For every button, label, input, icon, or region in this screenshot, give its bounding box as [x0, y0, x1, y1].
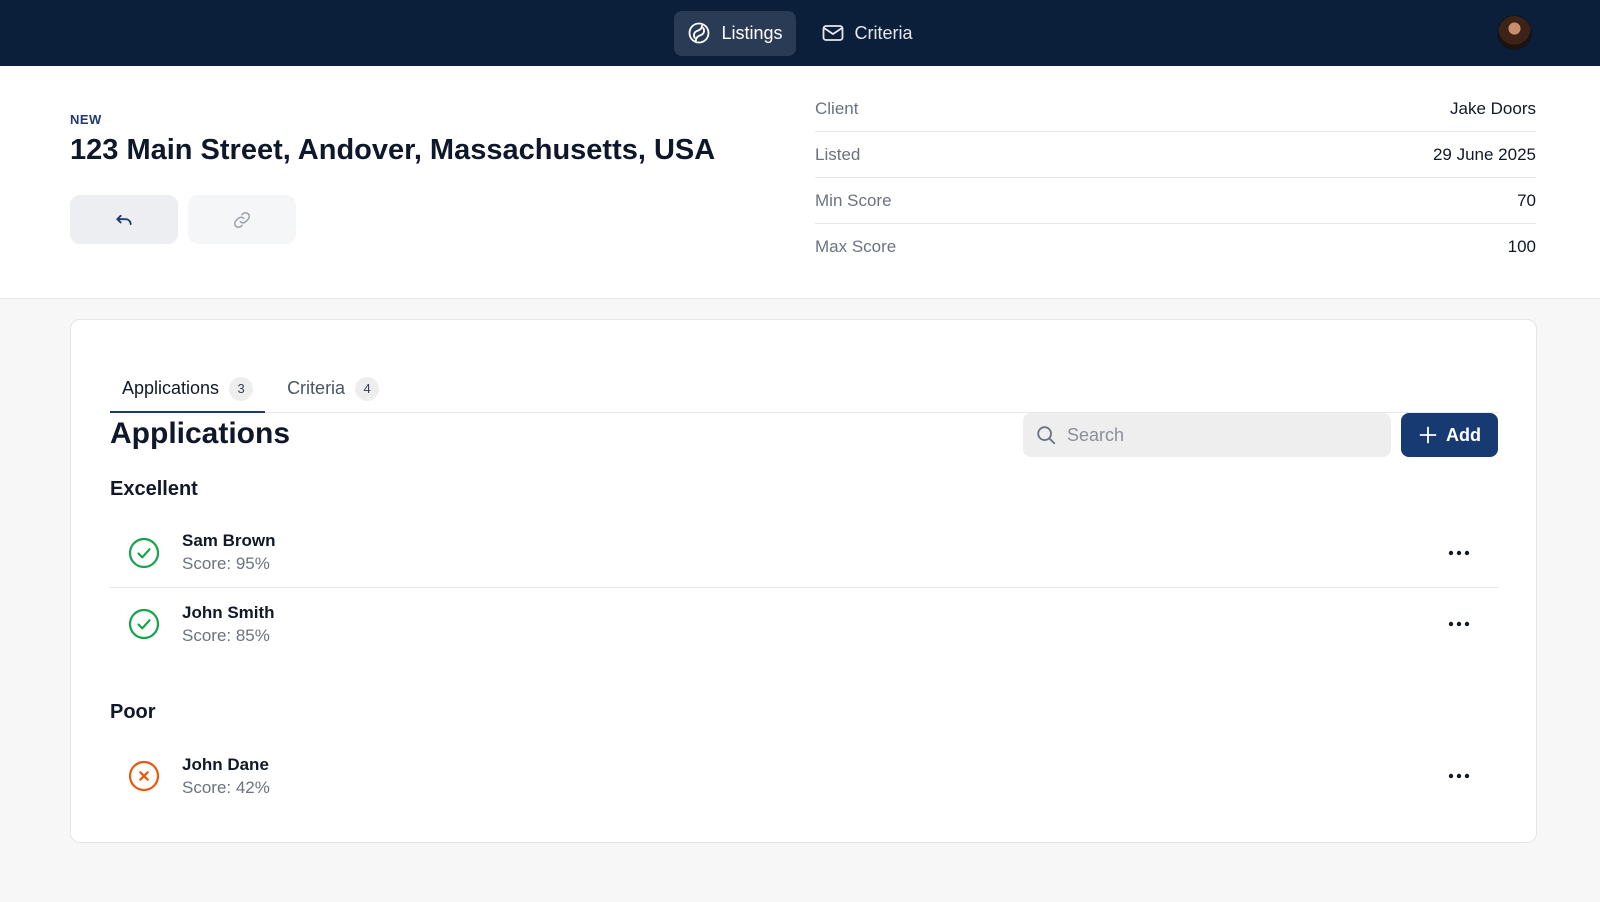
- detail-row-max-score: Max Score 100: [815, 224, 1536, 270]
- tab-count-badge: 3: [229, 376, 254, 401]
- link-icon: [233, 211, 251, 228]
- search-input[interactable]: [1067, 424, 1367, 446]
- detail-label: Listed: [815, 144, 861, 164]
- section-title: Applications: [110, 417, 291, 450]
- tab-label: Applications: [122, 378, 220, 398]
- swirl-icon: [689, 22, 710, 44]
- detail-row-client: Client Jake Doors: [815, 86, 1536, 132]
- check-circle-icon: [128, 537, 160, 568]
- applicant-name: Sam Brown: [182, 531, 276, 550]
- more-horizontal-icon: [1448, 621, 1470, 627]
- status-badge: NEW: [70, 112, 102, 127]
- mail-icon: [822, 25, 843, 41]
- detail-row-listed: Listed 29 June 2025: [815, 132, 1536, 178]
- plus-icon: [1419, 426, 1437, 444]
- group-title-excellent: Excellent: [110, 478, 198, 500]
- group-title-poor: Poor: [110, 701, 156, 723]
- tab-count-badge: 4: [355, 376, 380, 401]
- undo-icon: [116, 214, 132, 225]
- page-title: 123 Main Street, Andover, Massachusetts,…: [70, 134, 716, 166]
- applicant-score: Score: 42%: [182, 777, 270, 797]
- add-button-label: Add: [1446, 424, 1481, 445]
- applicant-name: John Dane: [182, 754, 269, 774]
- list-item-text: John Smith Score: 85%: [182, 603, 275, 646]
- applicant-score: Score: 95%: [182, 554, 270, 573]
- nav-item-label: Criteria: [854, 22, 913, 43]
- nav-item-criteria[interactable]: Criteria: [808, 11, 926, 56]
- undo-button[interactable]: [70, 195, 178, 244]
- check-circle-icon: [128, 608, 160, 640]
- more-horizontal-icon: [1448, 550, 1470, 555]
- more-options-button[interactable]: [1444, 761, 1474, 791]
- detail-value: 100: [1507, 237, 1536, 256]
- list-item[interactable]: Sam Brown Score: 95%: [110, 518, 1498, 588]
- detail-value: Jake Doors: [1450, 98, 1536, 118]
- applicant-name: John Smith: [182, 602, 275, 622]
- list-item-text: Sam Brown Score: 95%: [182, 531, 276, 574]
- x-circle-icon: [128, 760, 160, 792]
- applications-card: Applications 3 Criteria 4 Applications A…: [70, 319, 1537, 843]
- applicant-score: Score: 85%: [182, 625, 270, 645]
- listing-details: Client Jake Doors Listed 29 June 2025 Mi…: [815, 86, 1536, 270]
- nav-item-listings[interactable]: Listings: [674, 10, 796, 56]
- add-button[interactable]: Add: [1401, 413, 1498, 457]
- tab-applications[interactable]: Applications 3: [110, 366, 266, 413]
- nav-item-label: Listings: [721, 22, 783, 43]
- more-horizontal-icon: [1448, 773, 1470, 779]
- list-item[interactable]: John Dane Score: 42%: [110, 741, 1498, 811]
- search-icon: [1037, 426, 1056, 445]
- detail-row-min-score: Min Score 70: [815, 178, 1536, 224]
- detail-value: 29 June 2025: [1432, 144, 1536, 164]
- main-nav: Listings Criteria: [674, 10, 926, 56]
- copy-link-button[interactable]: [188, 195, 296, 244]
- detail-label: Max Score: [815, 237, 897, 256]
- detail-value: 70: [1517, 190, 1536, 210]
- tab-label: Criteria: [287, 378, 346, 398]
- detail-label: Min Score: [815, 190, 892, 210]
- search-box[interactable]: [1023, 413, 1391, 457]
- top-navbar: Listings Criteria: [0, 0, 1600, 66]
- detail-label: Client: [815, 98, 859, 118]
- user-avatar[interactable]: [1497, 15, 1532, 50]
- listing-header: NEW 123 Main Street, Andover, Massachuse…: [0, 66, 1600, 299]
- more-options-button[interactable]: [1444, 538, 1474, 568]
- list-item[interactable]: John Smith Score: 85%: [110, 589, 1498, 659]
- more-options-button[interactable]: [1444, 609, 1474, 639]
- tab-bar: Applications 3 Criteria 4: [110, 346, 1498, 413]
- list-item-text: John Dane Score: 42%: [182, 755, 270, 798]
- tab-criteria[interactable]: Criteria 4: [275, 365, 391, 412]
